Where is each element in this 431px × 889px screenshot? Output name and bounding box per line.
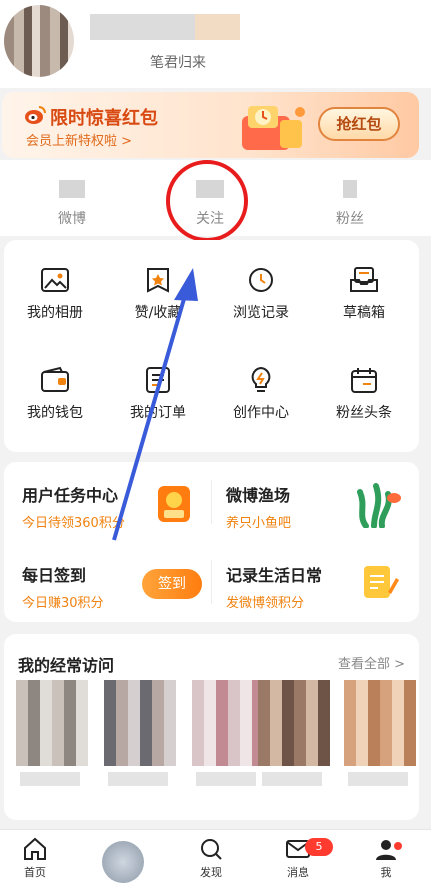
grid-label: 我的订单 xyxy=(130,405,186,421)
grid-item-fans-headline[interactable]: 粉丝头条 xyxy=(314,366,414,422)
visit-avatar[interactable] xyxy=(258,680,330,766)
divider xyxy=(211,560,212,604)
tab-me[interactable]: 我 xyxy=(356,836,416,880)
coin-gift-icon xyxy=(158,486,190,522)
task-subtitle: 养只小鱼吧 xyxy=(226,516,292,531)
tab-home[interactable]: 首页 xyxy=(5,836,65,880)
task-title: 每日签到 xyxy=(22,566,87,585)
red-packet-banner[interactable]: 限时惊喜红包 会员上新特权啦 > 抢红包 xyxy=(2,92,419,158)
grid-item-drafts[interactable]: 草稿箱 xyxy=(314,266,414,322)
view-all-link[interactable]: 查看全部 > xyxy=(338,653,405,672)
grid-label: 我的钱包 xyxy=(27,405,83,421)
divider xyxy=(211,480,212,524)
visit-avatar[interactable] xyxy=(104,680,176,766)
visit-avatar[interactable] xyxy=(192,680,264,766)
wallet-icon xyxy=(41,366,69,392)
task-title: 微博渔场 xyxy=(226,486,291,505)
record-life-entry[interactable]: 记录生活日常 发微博领积分 xyxy=(226,562,322,611)
weibo-logo-icon xyxy=(25,106,46,124)
grid-label: 赞/收藏 xyxy=(134,305,182,321)
grid-label: 我的相册 xyxy=(27,305,83,321)
grid-item-album[interactable]: 我的相册 xyxy=(5,266,105,322)
tab-label: 消息 xyxy=(287,866,309,879)
profile-header: 笔君归来 xyxy=(0,0,431,88)
compose-avatar-button[interactable] xyxy=(102,841,144,883)
task-center-entry[interactable]: 用户任务中心 今日待领360积分 xyxy=(22,482,125,531)
tab-label: 发现 xyxy=(200,866,222,879)
stat-weibo[interactable]: 微博 xyxy=(32,160,112,228)
banner-title: 限时惊喜红包 xyxy=(50,108,158,129)
section-title: 我的经常访问 xyxy=(18,656,115,675)
grid-item-history[interactable]: 浏览记录 xyxy=(211,266,311,322)
grid-item-orders[interactable]: 我的订单 xyxy=(108,366,208,422)
avatar[interactable] xyxy=(4,5,74,77)
photo-album-icon xyxy=(41,268,69,292)
tab-label: 我 xyxy=(380,866,392,879)
fishery-entry[interactable]: 微博渔场 养只小鱼吧 xyxy=(226,482,291,531)
stat-count-blurred xyxy=(343,180,357,198)
red-packet-clock-icon xyxy=(242,106,305,150)
bottom-tab-bar: 首页 发现 消息 我 xyxy=(0,829,431,889)
visit-name-blurred xyxy=(20,772,80,786)
stat-followers[interactable]: 粉丝 xyxy=(310,160,390,228)
visit-name-blurred xyxy=(348,772,408,786)
stat-count-blurred xyxy=(59,180,85,198)
search-icon xyxy=(201,839,222,860)
task-panel: 用户任务中心 今日待领360积分 微博渔场 养只小鱼吧 每日签到 今日赚30积分… xyxy=(4,462,419,622)
checkin-button[interactable]: 签到 xyxy=(142,569,202,599)
order-list-icon xyxy=(146,367,170,393)
tab-label: 首页 xyxy=(24,866,46,879)
feature-grid: 我的相册 赞/收藏 浏览记录 草稿箱 我的钱包 我的订单 创作中心 粉丝头条 xyxy=(4,240,419,452)
grid-item-wallet[interactable]: 我的钱包 xyxy=(5,366,105,422)
username-blurred[interactable] xyxy=(90,14,240,40)
grid-label: 草稿箱 xyxy=(343,305,385,321)
grab-red-packet-button[interactable]: 抢红包 xyxy=(318,107,400,141)
checkin-entry[interactable]: 每日签到 今日赚30积分 xyxy=(22,562,104,611)
lightbulb-icon xyxy=(251,366,271,392)
visit-name-blurred xyxy=(262,772,322,786)
task-subtitle: 发微博领积分 xyxy=(226,596,305,611)
annotation-red-circle xyxy=(166,160,248,242)
visit-avatar[interactable] xyxy=(16,680,88,766)
grid-label: 浏览记录 xyxy=(233,305,289,321)
task-title: 记录生活日常 xyxy=(226,566,323,585)
home-icon xyxy=(24,837,46,860)
note-pencil-icon xyxy=(364,566,399,598)
grid-label: 创作中心 xyxy=(233,405,289,421)
visit-avatar[interactable] xyxy=(344,680,416,766)
task-subtitle: 今日赚30积分 xyxy=(22,596,104,611)
stat-label: 粉丝 xyxy=(336,211,364,227)
message-badge: 5 xyxy=(305,838,333,856)
seaweed-fish-icon xyxy=(357,483,401,528)
profile-bio: 笔君归来 xyxy=(150,55,206,71)
stat-label: 微博 xyxy=(58,211,86,227)
grid-item-creator[interactable]: 创作中心 xyxy=(211,366,311,422)
calendar-icon xyxy=(351,368,377,393)
visit-name-blurred xyxy=(196,772,256,786)
notification-dot xyxy=(394,842,402,850)
tab-discover[interactable]: 发现 xyxy=(181,836,241,880)
visit-name-blurred xyxy=(108,772,168,786)
task-title: 用户任务中心 xyxy=(22,486,119,505)
banner-subtitle[interactable]: 会员上新特权啦 > xyxy=(26,130,132,149)
star-bookmark-icon xyxy=(147,268,169,293)
task-subtitle: 今日待领360积分 xyxy=(22,516,125,531)
history-clock-icon xyxy=(249,268,273,292)
grid-item-likes[interactable]: 赞/收藏 xyxy=(108,266,208,322)
grid-label: 粉丝头条 xyxy=(336,405,392,421)
draft-box-icon xyxy=(350,267,378,292)
